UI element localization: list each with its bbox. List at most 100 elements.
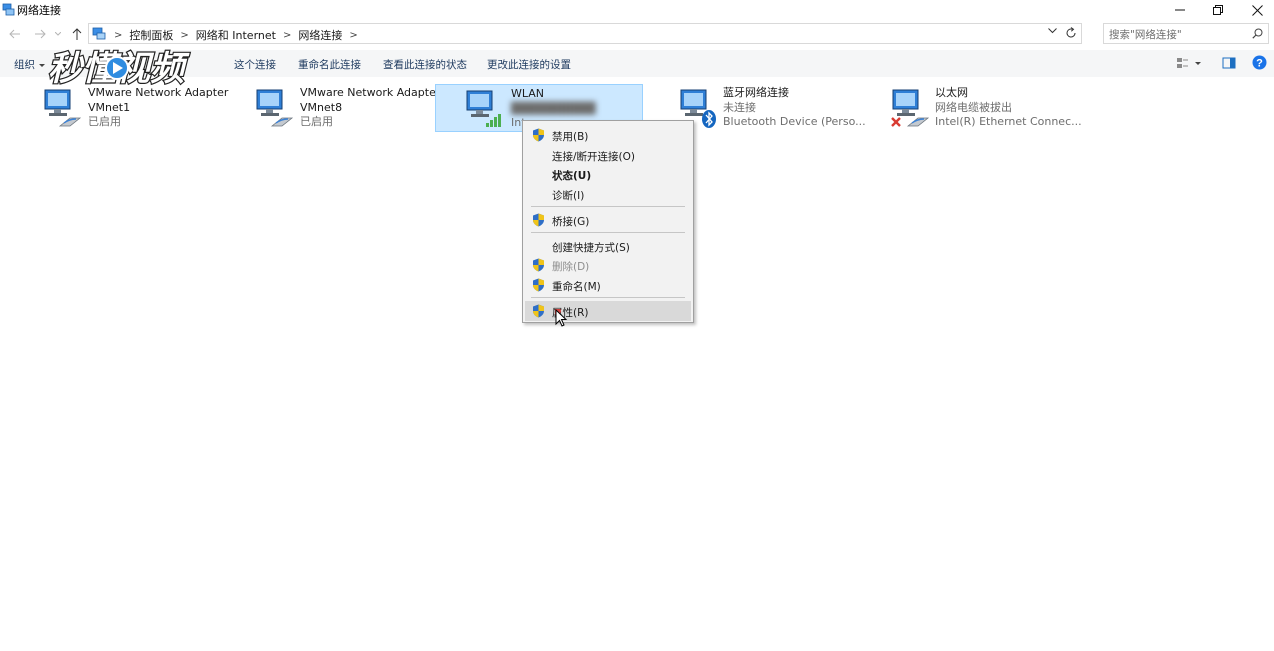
connection-item-ethernet[interactable]: 以太网 网络电缆被拔出 Intel(R) Ethernet Connec... [884,84,1092,132]
menu-item-label: 桥接(G) [552,216,590,228]
chevron-down-icon[interactable] [1048,28,1057,34]
forward-button[interactable] [32,26,48,42]
uac-shield-icon [533,278,544,292]
svg-text:?: ? [1256,58,1263,70]
menu-separator [531,206,685,207]
breadcrumb-separator[interactable]: > [175,30,193,41]
connection-status: 已启用 [300,115,333,128]
menu-separator [531,232,685,233]
watermark-logo: 秒懂视频 [47,48,191,88]
menu-separator [531,297,685,298]
organize-label: 组织 [14,59,35,71]
menu-item-connect-disconnect[interactable]: 连接/断开连接(O) [525,145,691,165]
preview-pane-icon [1222,57,1236,69]
connection-item-bluetooth[interactable]: 蓝牙网络连接 未连接 Bluetooth Device (Perso... [672,84,880,132]
wireless-network-icon [466,90,501,127]
uac-shield-icon [533,258,544,272]
window-title: 网络连接 [17,4,61,17]
connection-status: 未连接 [723,100,756,114]
organize-button[interactable]: 组织 [14,57,45,72]
connection-name: VMware Network Adapter [88,86,229,99]
address-bar[interactable]: > 控制面板 > 网络和 Internet > 网络连接 > [88,23,1082,44]
minimize-button[interactable] [1160,0,1200,20]
breadcrumb-network-internet[interactable]: 网络和 Internet [194,27,278,43]
rename-connection-button[interactable]: 重命名此连接 [298,57,361,72]
context-menu: 禁用(B) 连接/断开连接(O) 状态(U) 诊断(I) 桥接(G) 创建快捷方… [522,120,694,323]
breadcrumb-network-connections[interactable]: 网络连接 [296,27,344,43]
breadcrumb-control-panel[interactable]: 控制面板 [127,27,175,43]
menu-item-bridge[interactable]: 桥接(G) [525,210,691,230]
connection-status: 网络电缆被拔出 [935,100,1012,114]
connection-status: 已启用 [88,115,121,128]
connection-name: 以太网 [935,86,968,99]
connection-name: VMware Network Adapter [300,86,441,99]
connection-item-vmnet8[interactable]: VMware Network Adapter VMnet8 已启用 [248,84,456,132]
menu-item-disable[interactable]: 禁用(B) [525,125,691,145]
uac-shield-icon [533,213,544,227]
connection-item-vmnet1[interactable]: VMware Network Adapter VMnet1 已启用 [36,84,244,132]
recent-locations-button[interactable] [53,26,63,42]
change-settings-button[interactable]: 更改此连接的设置 [487,57,571,72]
connection-device: Bluetooth Device (Perso... [723,115,866,128]
network-adapter-icon [44,89,82,127]
connection-name-line2: VMnet8 [300,100,343,114]
connection-name: WLAN [511,87,545,100]
control-panel-icon [92,27,106,40]
uac-shield-icon [533,304,544,318]
menu-item-label: 删除(D) [552,261,590,273]
menu-item-status[interactable]: 状态(U) [525,164,691,184]
menu-item-create-shortcut[interactable]: 创建快捷方式(S) [525,236,691,256]
restore-button[interactable] [1198,0,1238,20]
menu-item-label: 重命名(M) [552,281,601,293]
disable-connection-button[interactable]: 这个连接 [234,57,276,72]
up-button[interactable] [69,26,85,42]
connection-status: ██████████ [511,101,596,115]
help-icon: ? [1252,55,1267,70]
change-view-button[interactable] [1176,56,1202,73]
connection-text: 蓝牙网络连接 未连接 Bluetooth Device (Perso... [723,86,866,130]
breadcrumb-separator[interactable]: > [344,30,362,41]
chevron-down-icon [55,32,61,36]
refresh-icon[interactable] [1065,27,1077,39]
search-icon [1252,28,1263,39]
menu-item-label: 连接/断开连接(O) [552,151,635,163]
network-connections-icon [2,3,15,16]
network-adapter-icon [256,89,294,127]
connection-device: Intel(R) Ethernet Connec... [935,115,1082,128]
connection-name-line2: VMnet1 [88,100,131,114]
arrow-up-icon [72,28,82,40]
menu-item-rename[interactable]: 重命名(M) [525,275,691,295]
arrow-right-icon [35,29,46,39]
connection-text: VMware Network Adapter VMnet8 已启用 [300,86,440,130]
menu-item-delete[interactable]: 删除(D) [525,255,691,275]
menu-item-label: 状态(U) [552,170,592,182]
ethernet-network-icon [891,89,930,127]
help-button[interactable]: ? [1252,55,1267,73]
mouse-cursor-icon [555,309,568,327]
breadcrumb: > 控制面板 > 网络和 Internet > 网络连接 > [109,27,363,43]
arrow-left-icon [9,29,20,39]
menu-item-properties[interactable]: 属性(R) [525,301,691,321]
view-status-button[interactable]: 查看此连接的状态 [383,57,467,72]
address-row: > 控制面板 > 网络和 Internet > 网络连接 > 搜索"网络连接" [0,22,1274,46]
search-input[interactable]: 搜索"网络连接" [1103,23,1269,44]
back-button[interactable] [7,26,23,42]
connection-text: VMware Network Adapter VMnet1 已启用 [88,86,228,130]
preview-pane-button[interactable] [1222,56,1236,73]
menu-item-label: 创建快捷方式(S) [552,242,630,254]
connection-text: 以太网 网络电缆被拔出 Intel(R) Ethernet Connec... [935,86,1082,130]
connection-name: 蓝牙网络连接 [723,86,789,99]
view-options-icon [1177,58,1201,68]
menu-item-label: 禁用(B) [552,131,589,143]
title-bar: 网络连接 [0,0,1274,20]
breadcrumb-separator: > [114,29,123,41]
menu-item-label: 诊断(I) [552,190,585,202]
close-button[interactable] [1237,0,1274,20]
menu-item-diagnose[interactable]: 诊断(I) [525,184,691,204]
minimize-icon [1175,9,1185,11]
uac-shield-icon [533,128,544,142]
close-icon [1251,4,1263,16]
search-placeholder: 搜索"网络连接" [1109,29,1182,41]
restore-icon [1213,5,1223,15]
breadcrumb-separator[interactable]: > [278,30,296,41]
